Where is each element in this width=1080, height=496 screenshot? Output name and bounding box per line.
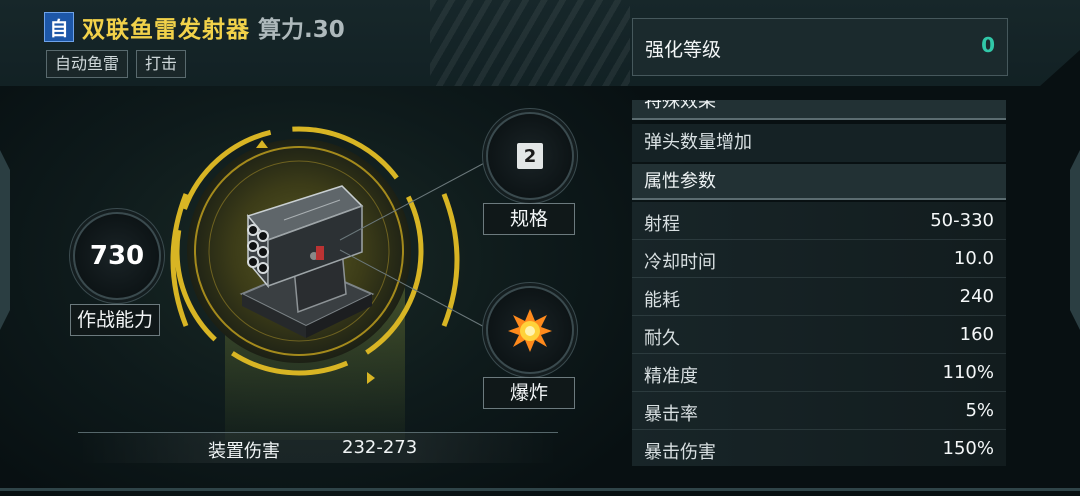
- attribute-value: 5%: [965, 400, 994, 421]
- attribute-value: 110%: [942, 362, 994, 383]
- right-edge-handle: [1070, 150, 1080, 330]
- attribute-value: 240: [959, 286, 994, 307]
- combat-power-value: 730: [89, 241, 145, 271]
- attribute-value: 10.0: [953, 248, 994, 269]
- header-stripes: [430, 0, 630, 86]
- attribute-name: 精准度: [644, 366, 698, 387]
- attribute-row: 冷却时间 10.0: [632, 240, 1006, 278]
- attribute-name: 能耗: [644, 290, 680, 311]
- ring-marker-top: [256, 140, 268, 148]
- tag-auto-torpedo: 自动鱼雷: [46, 50, 129, 78]
- spec-circle: 2: [486, 112, 574, 200]
- attribute-name: 暴击伤害: [644, 442, 716, 463]
- attribute-value: 50-330: [930, 210, 994, 231]
- attribute-value: 160: [959, 324, 994, 345]
- upgrade-level-label: 强化等级: [645, 39, 722, 61]
- attribute-name: 冷却时间: [644, 252, 716, 273]
- left-arc: [170, 193, 189, 327]
- attribute-value: 150%: [942, 438, 994, 459]
- combat-power-circle: 730: [73, 212, 161, 300]
- upgrade-level-panel: 强化等级 0: [632, 18, 1008, 76]
- attributes-panel[interactable]: 特殊效果 弹头数量增加 属性参数 射程 50-330 冷却时间 10.0 能耗 …: [632, 100, 1006, 466]
- compute-cost: 算力.30: [258, 17, 345, 43]
- spec-label: 规格: [483, 203, 575, 235]
- attributes-header: 属性参数: [632, 164, 1006, 200]
- attribute-row: 精准度 110%: [632, 354, 1006, 392]
- attribute-name: 耐久: [644, 328, 680, 349]
- device-damage-value: 232-273: [342, 437, 418, 458]
- tag-strike: 打击: [136, 50, 187, 78]
- combat-power-label: 作战能力: [70, 304, 160, 336]
- explosion-icon: [508, 309, 552, 352]
- weapon-title: 双联鱼雷发射器: [82, 17, 250, 43]
- ring-marker-bottom: [367, 372, 375, 384]
- left-edge-handle: [0, 150, 10, 330]
- damage-type-label: 爆炸: [483, 377, 575, 409]
- device-damage-bar: 装置伤害 232-273: [78, 432, 558, 463]
- attribute-name: 射程: [644, 214, 680, 235]
- special-effects-header: 特殊效果: [632, 100, 1006, 120]
- attribute-row: 耐久 160: [632, 316, 1006, 354]
- tag-list: 自动鱼雷 打击: [46, 50, 187, 78]
- attribute-row: 暴击率 5%: [632, 392, 1006, 430]
- device-damage-label: 装置伤害: [208, 441, 280, 462]
- title-row: 自 双联鱼雷发射器 算力.30: [44, 10, 345, 44]
- connector-lines: [339, 159, 491, 331]
- attribute-row: 能耗 240: [632, 278, 1006, 316]
- attribute-row: 暴击伤害 150%: [632, 430, 1006, 466]
- upgrade-level-value: 0: [981, 33, 995, 57]
- spec-value: 2: [517, 143, 543, 169]
- auto-badge: 自: [44, 12, 74, 42]
- attribute-name: 暴击率: [644, 404, 698, 425]
- special-effect-text: 弹头数量增加: [632, 124, 1006, 162]
- damage-type-circle: [486, 286, 574, 374]
- attribute-row: 射程 50-330: [632, 202, 1006, 240]
- bottom-divider: [0, 488, 1080, 491]
